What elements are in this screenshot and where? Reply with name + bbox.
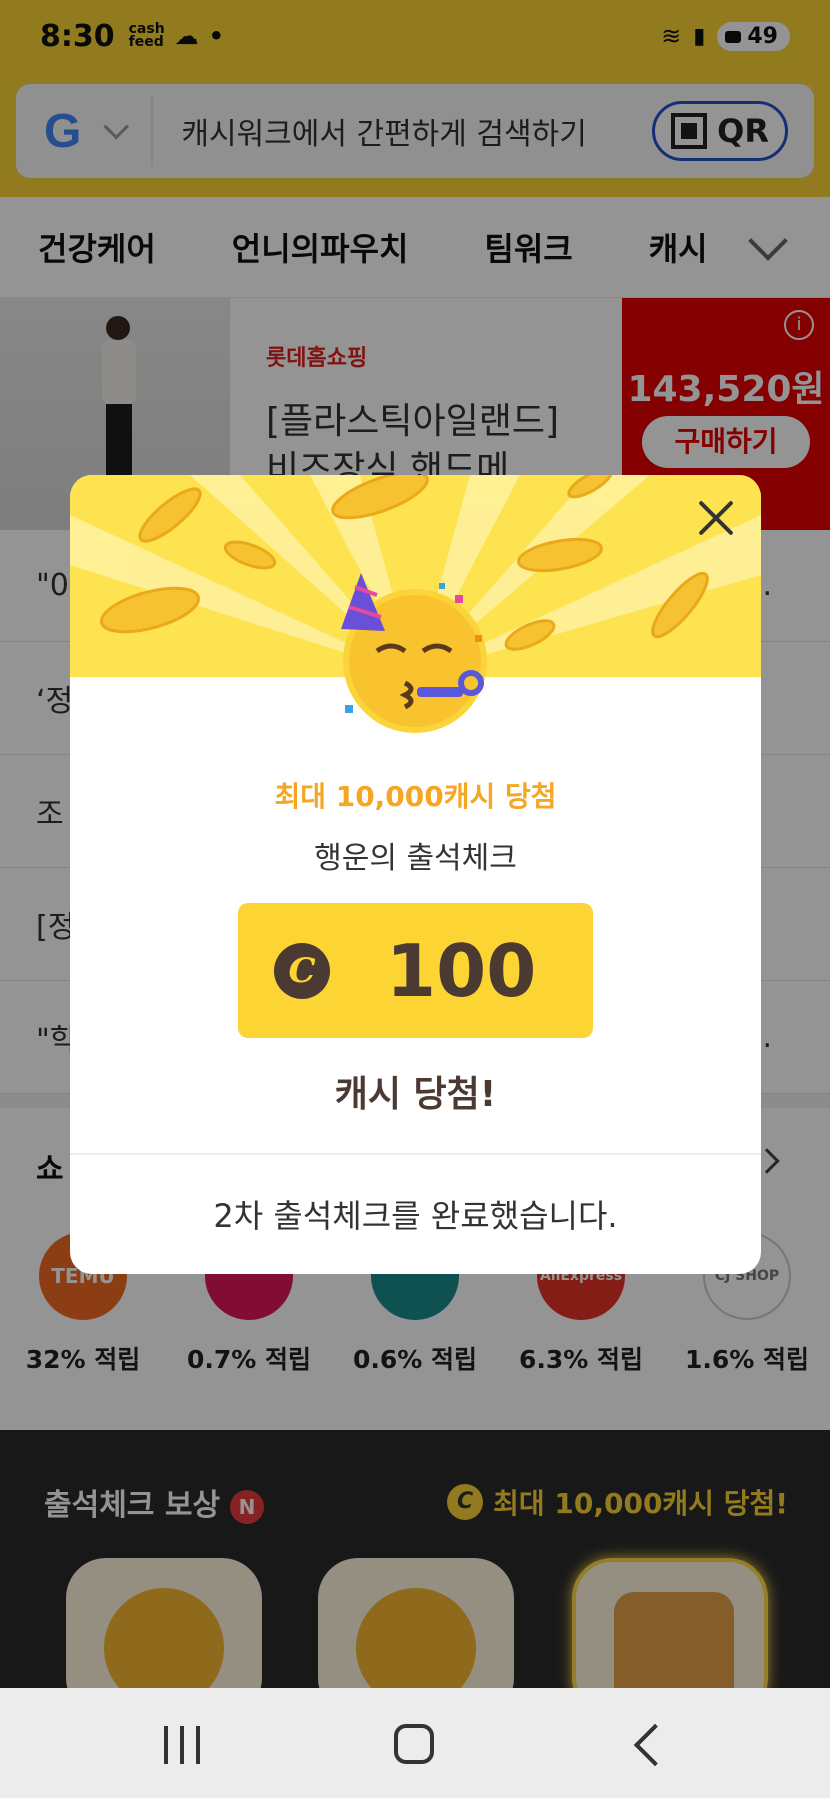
prize-amount: 100 <box>386 929 537 1013</box>
recent-apps-icon[interactable] <box>164 1726 200 1764</box>
close-icon[interactable] <box>695 497 737 539</box>
divider <box>70 1153 761 1155</box>
party-face-icon <box>341 573 487 733</box>
prize-box: C 100 <box>238 903 593 1038</box>
modal-title: 행운의 출석체크 <box>314 841 517 876</box>
modal-footer-message: 2차 출석체크를 완료했습니다. <box>213 1197 618 1235</box>
home-icon[interactable] <box>394 1724 434 1764</box>
attendance-result-modal: 최대 10,000캐시 당첨 행운의 출석체크 C 100 캐시 당첨! 2차 … <box>70 475 761 1274</box>
cash-coin-icon: C <box>274 943 330 999</box>
modal-sub-title: 최대 10,000캐시 당첨 <box>274 780 557 813</box>
system-nav-bar <box>0 1688 830 1798</box>
prize-label: 캐시 당첨! <box>334 1074 497 1115</box>
back-icon[interactable] <box>633 1723 677 1767</box>
